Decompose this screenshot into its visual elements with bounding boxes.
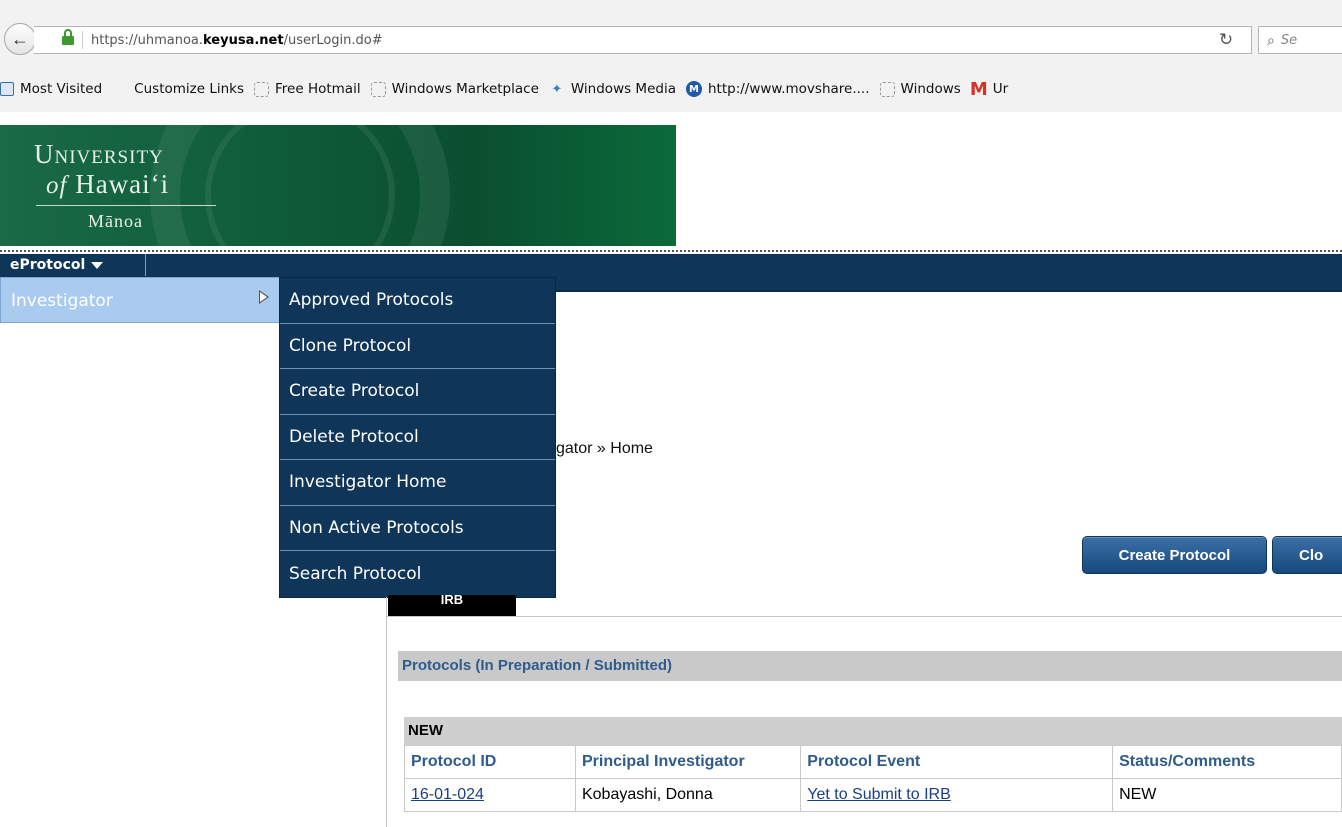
banner-name: Hawaiʻi bbox=[75, 169, 170, 199]
bookmark-label: Windows Marketplace bbox=[391, 81, 539, 97]
breadcrumb: gator » Home bbox=[556, 440, 653, 457]
clone-protocol-button[interactable]: Clo bbox=[1272, 536, 1342, 574]
eprotocol-label: eProtocol bbox=[10, 257, 86, 273]
banner-university: University bbox=[34, 139, 164, 169]
bookmark-label: Free Hotmail bbox=[275, 81, 361, 97]
bookmark-free-hotmail[interactable]: Free Hotmail bbox=[254, 81, 361, 97]
search-input[interactable]: ⌕ Se bbox=[1258, 26, 1342, 54]
navigation-bar: ← https://uhmanoa.keyusa.net/userLogin.d… bbox=[0, 20, 1342, 58]
create-protocol-button[interactable]: Create Protocol bbox=[1082, 536, 1267, 574]
table-row: 16-01-024 Kobayashi, Donna Yet to Submit… bbox=[404, 778, 1342, 812]
submenu-item-non-active-protocols[interactable]: Non Active Protocols bbox=[280, 506, 555, 551]
bookmark-label: Customize Links bbox=[134, 81, 245, 97]
address-bar[interactable]: https://uhmanoa.keyusa.net/userLogin.do# bbox=[34, 26, 1252, 54]
eprotocol-menu[interactable]: eProtocol bbox=[6, 254, 146, 276]
search-placeholder: Se bbox=[1280, 32, 1298, 48]
menu-item-investigator[interactable]: Investigator bbox=[0, 277, 280, 323]
protocols-table: Protocol ID Principal Investigator Proto… bbox=[404, 745, 1342, 812]
cell-principal-investigator: Kobayashi, Donna bbox=[574, 778, 802, 812]
group-title: NEW bbox=[404, 717, 1342, 745]
bookmark-windows-marketplace[interactable]: Windows Marketplace bbox=[370, 81, 539, 97]
panel-border bbox=[386, 616, 1342, 617]
movshare-icon: M bbox=[685, 81, 702, 97]
url-prefix: https://uhmanoa. bbox=[91, 32, 203, 48]
divider bbox=[0, 250, 1342, 252]
back-button[interactable]: ← bbox=[4, 23, 36, 55]
windows-logo-icon bbox=[112, 81, 128, 97]
search-icon: ⌕ bbox=[1267, 31, 1275, 48]
bookmark-customize-links[interactable]: Customize Links bbox=[112, 81, 244, 97]
submenu-arrow-icon bbox=[259, 290, 269, 304]
bookmark-label: Windows bbox=[900, 81, 961, 97]
url-text[interactable]: https://uhmanoa.keyusa.net/userLogin.do# bbox=[91, 33, 383, 48]
bookmark-label: http://www.movshare.... bbox=[707, 81, 870, 97]
bookmark-movshare[interactable]: M http://www.movshare.... bbox=[685, 81, 870, 97]
caret-down-icon bbox=[91, 261, 104, 269]
university-banner: University of Hawaiʻi Mānoa bbox=[0, 125, 676, 246]
bookmarks-toolbar: Most Visited Customize Links Free Hotmai… bbox=[0, 72, 1342, 106]
url-separator bbox=[82, 31, 83, 49]
bookmark-windows-media[interactable]: ✦ Windows Media bbox=[549, 81, 676, 97]
section-title: Protocols (In Preparation / Submitted) bbox=[398, 651, 1342, 681]
table-header-row: Protocol ID Principal Investigator Proto… bbox=[404, 745, 1342, 779]
bookmark-label: Windows Media bbox=[570, 81, 676, 97]
col-status-comments: Status/Comments bbox=[1112, 745, 1342, 779]
bookmark-folder-icon bbox=[0, 82, 14, 96]
banner-of: of bbox=[46, 172, 68, 199]
windows-media-icon: ✦ bbox=[551, 81, 563, 97]
submenu-item-create-protocol[interactable]: Create Protocol bbox=[280, 369, 555, 415]
submenu-item-clone-protocol[interactable]: Clone Protocol bbox=[280, 324, 555, 369]
submenu-item-delete-protocol[interactable]: Delete Protocol bbox=[280, 415, 555, 460]
tab-irb[interactable]: IRB bbox=[388, 595, 516, 617]
url-path: /userLogin.do# bbox=[283, 32, 383, 48]
back-arrow-icon: ← bbox=[11, 28, 29, 49]
protocol-id-link[interactable]: 16-01-024 bbox=[411, 786, 484, 803]
reload-button[interactable]: ↻ bbox=[1213, 27, 1239, 53]
url-domain: keyusa.net bbox=[203, 32, 284, 48]
submenu-item-approved-protocols[interactable]: Approved Protocols bbox=[280, 278, 555, 324]
browser-chrome: ← https://uhmanoa.keyusa.net/userLogin.d… bbox=[0, 0, 1342, 112]
investigator-label: Investigator bbox=[11, 291, 113, 311]
submenu-item-investigator-home[interactable]: Investigator Home bbox=[280, 460, 555, 506]
lock-icon bbox=[62, 29, 74, 46]
protocol-event-link[interactable]: Yet to Submit to IRB bbox=[807, 786, 950, 803]
cell-protocol-event: Yet to Submit to IRB bbox=[800, 778, 1114, 812]
banner-rule bbox=[36, 205, 216, 206]
submenu-item-search-protocol[interactable]: Search Protocol bbox=[280, 551, 555, 597]
reload-icon: ↻ bbox=[1218, 30, 1234, 49]
bookmark-label: Most Visited bbox=[20, 81, 103, 97]
blank-page-icon bbox=[254, 81, 270, 97]
banner-manoa: Mānoa bbox=[88, 211, 143, 231]
banner-hawaii: of Hawaiʻi bbox=[46, 169, 169, 200]
panel-border-left bbox=[386, 597, 387, 827]
cell-protocol-id: 16-01-024 bbox=[404, 778, 576, 812]
blank-page-icon bbox=[370, 81, 386, 97]
investigator-submenu: Approved Protocols Clone Protocol Create… bbox=[279, 277, 556, 598]
col-protocol-event: Protocol Event bbox=[800, 745, 1114, 779]
bookmark-windows[interactable]: Windows bbox=[879, 81, 961, 97]
cell-status: NEW bbox=[1112, 778, 1342, 812]
seal-watermark-inner bbox=[205, 125, 395, 246]
col-protocol-id: Protocol ID bbox=[404, 745, 576, 779]
bookmark-most-visited[interactable]: Most Visited bbox=[0, 81, 102, 97]
gmail-icon: M bbox=[969, 78, 988, 100]
blank-page-icon bbox=[879, 81, 895, 97]
bookmark-label: Ur bbox=[992, 81, 1009, 97]
bookmark-gmail[interactable]: M Ur bbox=[969, 78, 1009, 100]
col-principal-investigator: Principal Investigator bbox=[574, 745, 802, 779]
